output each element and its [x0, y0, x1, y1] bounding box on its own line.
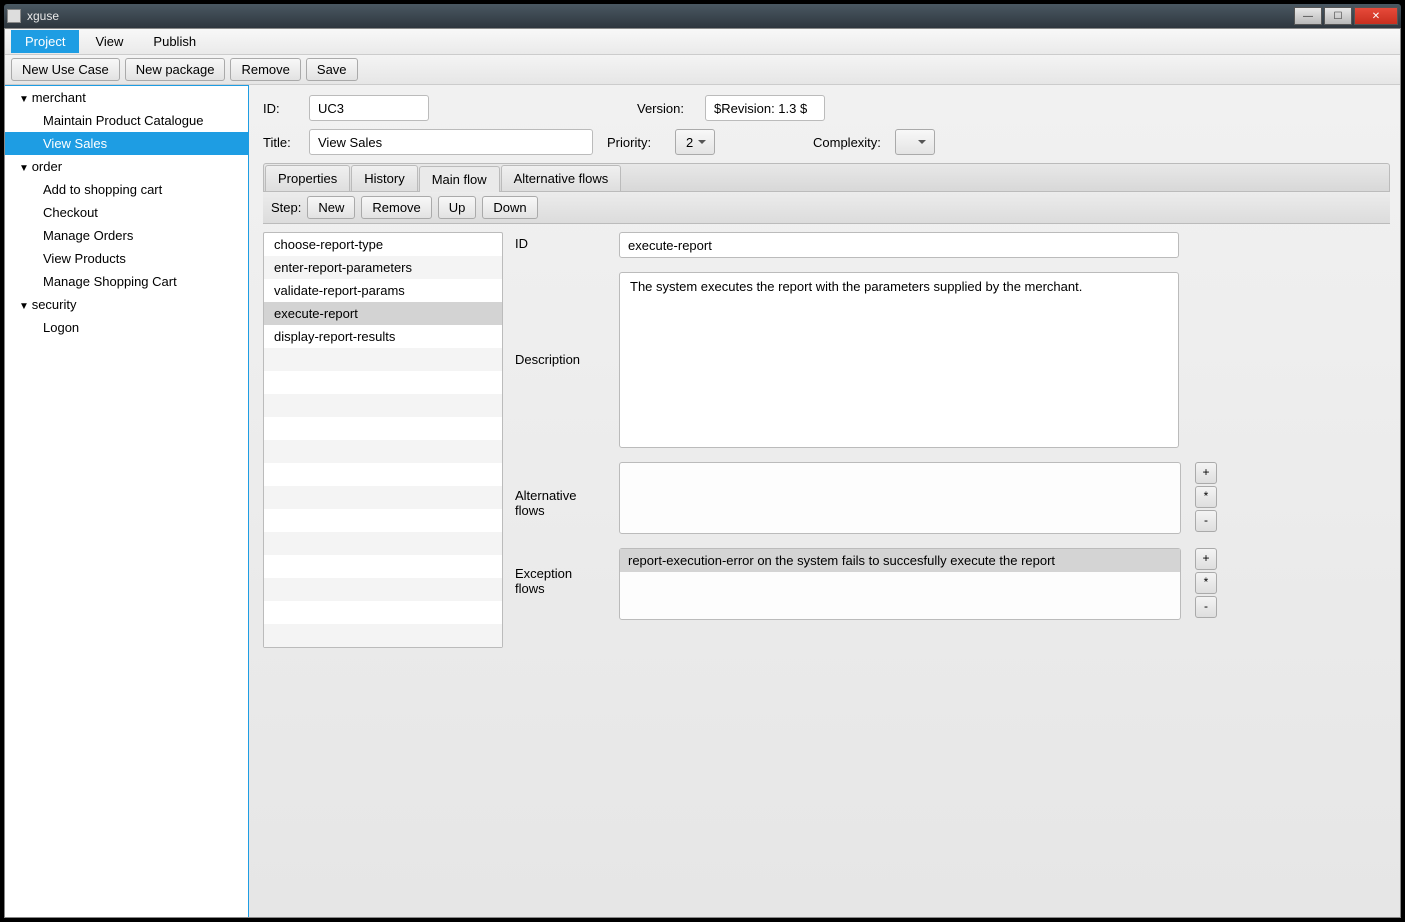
tree-sidebar[interactable]: merchant Maintain Product Catalogue View…	[5, 85, 249, 917]
step-down-button[interactable]: Down	[482, 196, 537, 219]
step-item[interactable]: enter-report-parameters	[264, 256, 502, 279]
tab-bar: Properties History Main flow Alternative…	[263, 163, 1390, 192]
step-item[interactable]: display-report-results	[264, 325, 502, 348]
id-label: ID:	[263, 101, 295, 116]
version-label: Version:	[637, 101, 691, 116]
title-label: Title:	[263, 135, 295, 150]
tree-leaf[interactable]: Logon	[5, 316, 248, 339]
exc-flow-entry[interactable]: report-execution-error on the system fai…	[620, 549, 1180, 572]
alt-remove-button[interactable]: -	[1195, 510, 1217, 532]
alt-edit-button[interactable]: *	[1195, 486, 1217, 508]
main-panel: ID: Version: Title: Priority: 2 Complexi…	[249, 85, 1400, 917]
tree-leaf[interactable]: Manage Orders	[5, 224, 248, 247]
step-up-button[interactable]: Up	[438, 196, 477, 219]
exc-remove-button[interactable]: -	[1195, 596, 1217, 618]
app-icon	[7, 9, 21, 23]
tree-leaf-selected[interactable]: View Sales	[5, 132, 248, 155]
step-item-selected[interactable]: execute-report	[264, 302, 502, 325]
step-remove-button[interactable]: Remove	[361, 196, 431, 219]
complexity-select[interactable]	[895, 129, 935, 155]
exc-flows-label: Exception flows	[515, 548, 605, 596]
title-input[interactable]	[309, 129, 593, 155]
step-id-label: ID	[515, 232, 605, 258]
alt-flows-list[interactable]	[619, 462, 1181, 534]
version-input[interactable]	[705, 95, 825, 121]
tree-leaf[interactable]: Maintain Product Catalogue	[5, 109, 248, 132]
minimize-button[interactable]: —	[1294, 7, 1322, 25]
tree-group-security[interactable]: security	[5, 293, 248, 316]
alt-flows-label: Alternative flows	[515, 462, 605, 518]
complexity-label: Complexity:	[813, 135, 881, 150]
tree-leaf[interactable]: View Products	[5, 247, 248, 270]
priority-select[interactable]: 2	[675, 129, 715, 155]
step-id-input[interactable]	[619, 232, 1179, 258]
step-item[interactable]: choose-report-type	[264, 233, 502, 256]
exc-edit-button[interactable]: *	[1195, 572, 1217, 594]
step-toolbar: Step: New Remove Up Down	[263, 192, 1390, 224]
id-input[interactable]	[309, 95, 429, 121]
step-item[interactable]: validate-report-params	[264, 279, 502, 302]
toolbar: New Use Case New package Remove Save	[5, 55, 1400, 85]
new-use-case-button[interactable]: New Use Case	[11, 58, 120, 81]
step-list[interactable]: choose-report-type enter-report-paramete…	[263, 232, 503, 648]
tab-alt-flows[interactable]: Alternative flows	[501, 165, 622, 191]
exc-add-button[interactable]: +	[1195, 548, 1217, 570]
alt-add-button[interactable]: +	[1195, 462, 1217, 484]
description-textarea[interactable]: The system executes the report with the …	[619, 272, 1179, 448]
tab-main-flow[interactable]: Main flow	[419, 166, 500, 192]
remove-button[interactable]: Remove	[230, 58, 300, 81]
exc-flows-list[interactable]: report-execution-error on the system fai…	[619, 548, 1181, 620]
tab-history[interactable]: History	[351, 165, 417, 191]
window-title: xguse	[27, 9, 1294, 23]
tree-group-order[interactable]: order	[5, 155, 248, 178]
menu-project[interactable]: Project	[11, 30, 79, 53]
tree-leaf[interactable]: Checkout	[5, 201, 248, 224]
window-titlebar: xguse — ☐ ✕	[4, 4, 1401, 28]
priority-label: Priority:	[607, 135, 661, 150]
tree-leaf[interactable]: Add to shopping cart	[5, 178, 248, 201]
save-button[interactable]: Save	[306, 58, 358, 81]
menu-bar: Project View Publish	[5, 29, 1400, 55]
step-label: Step:	[271, 200, 301, 215]
description-label: Description	[515, 272, 605, 448]
close-button[interactable]: ✕	[1354, 7, 1398, 25]
menu-publish[interactable]: Publish	[139, 30, 210, 53]
maximize-button[interactable]: ☐	[1324, 7, 1352, 25]
new-package-button[interactable]: New package	[125, 58, 226, 81]
tree-leaf[interactable]: Manage Shopping Cart	[5, 270, 248, 293]
menu-view[interactable]: View	[81, 30, 137, 53]
tab-properties[interactable]: Properties	[265, 165, 350, 191]
tree-group-merchant[interactable]: merchant	[5, 86, 248, 109]
step-new-button[interactable]: New	[307, 196, 355, 219]
